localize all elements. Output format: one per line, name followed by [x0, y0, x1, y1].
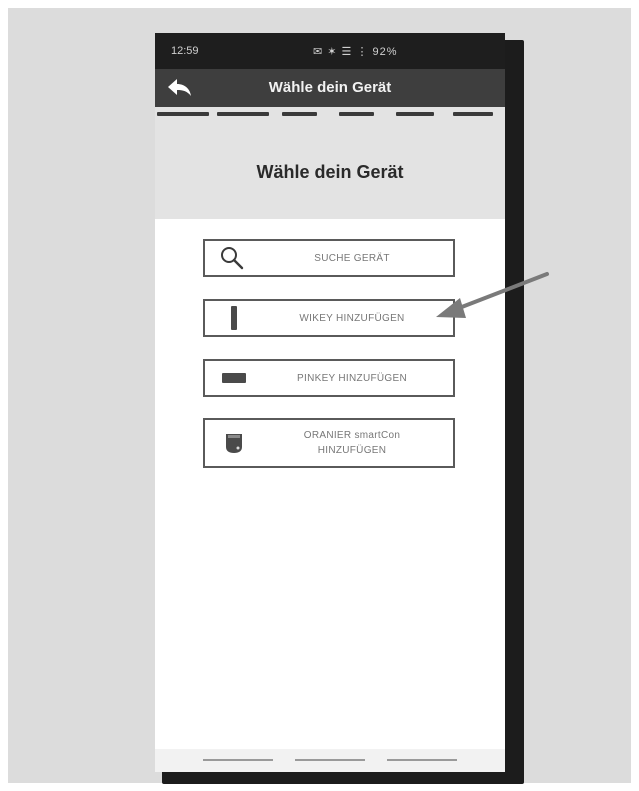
status-bar: 12:59 ✉ ✶ ☰ ⋮ 92%: [155, 33, 505, 69]
search-device-button[interactable]: SUCHE GERÄT: [203, 239, 455, 277]
pinkey-device-icon: [222, 373, 246, 383]
nav-indicator[interactable]: [295, 759, 365, 761]
page-heading: Wähle dein Gerät: [256, 162, 404, 182]
wikey-device-icon: [231, 306, 237, 330]
button-label: ORANIER smartCon HINZUFÜGEN: [303, 430, 401, 456]
phone-screen: 12:59 ✉ ✶ ☰ ⋮ 92% Wähle dein Gerät Wähle…: [155, 33, 505, 772]
step-dash: [396, 112, 434, 116]
status-time: 12:59: [171, 45, 199, 57]
add-wikey-button[interactable]: WIKEY HINZUFÜGEN: [203, 299, 455, 337]
add-smartcon-button[interactable]: ORANIER smartCon HINZUFÜGEN: [203, 418, 455, 468]
app-bar: Wähle dein Gerät: [155, 69, 505, 107]
add-pinkey-button[interactable]: PINKEY HINZUFÜGEN: [203, 359, 455, 397]
bottom-navigation-bar: [155, 749, 505, 772]
step-dash: [339, 112, 374, 116]
search-icon: [221, 247, 244, 270]
nav-indicator[interactable]: [387, 759, 457, 761]
nav-indicator[interactable]: [203, 759, 273, 761]
callout-arrow: [436, 272, 549, 318]
step-dash: [453, 112, 493, 116]
step-dash: [217, 112, 269, 116]
step-dash: [282, 112, 317, 116]
step-dash: [157, 112, 209, 116]
step-progress-indicator: [155, 107, 505, 121]
app-bar-title: Wähle dein Gerät: [268, 79, 392, 96]
button-label: SUCHE GERÄT: [314, 252, 390, 264]
smartcon-device-icon: [226, 434, 242, 453]
button-label: WIKEY HINZUFÜGEN: [299, 312, 405, 324]
button-label: PINKEY HINZUFÜGEN: [297, 372, 407, 384]
status-icons: ✉ ✶ ☰ ⋮ 92%: [313, 46, 398, 58]
header-area: Wähle dein Gerät: [155, 121, 505, 219]
